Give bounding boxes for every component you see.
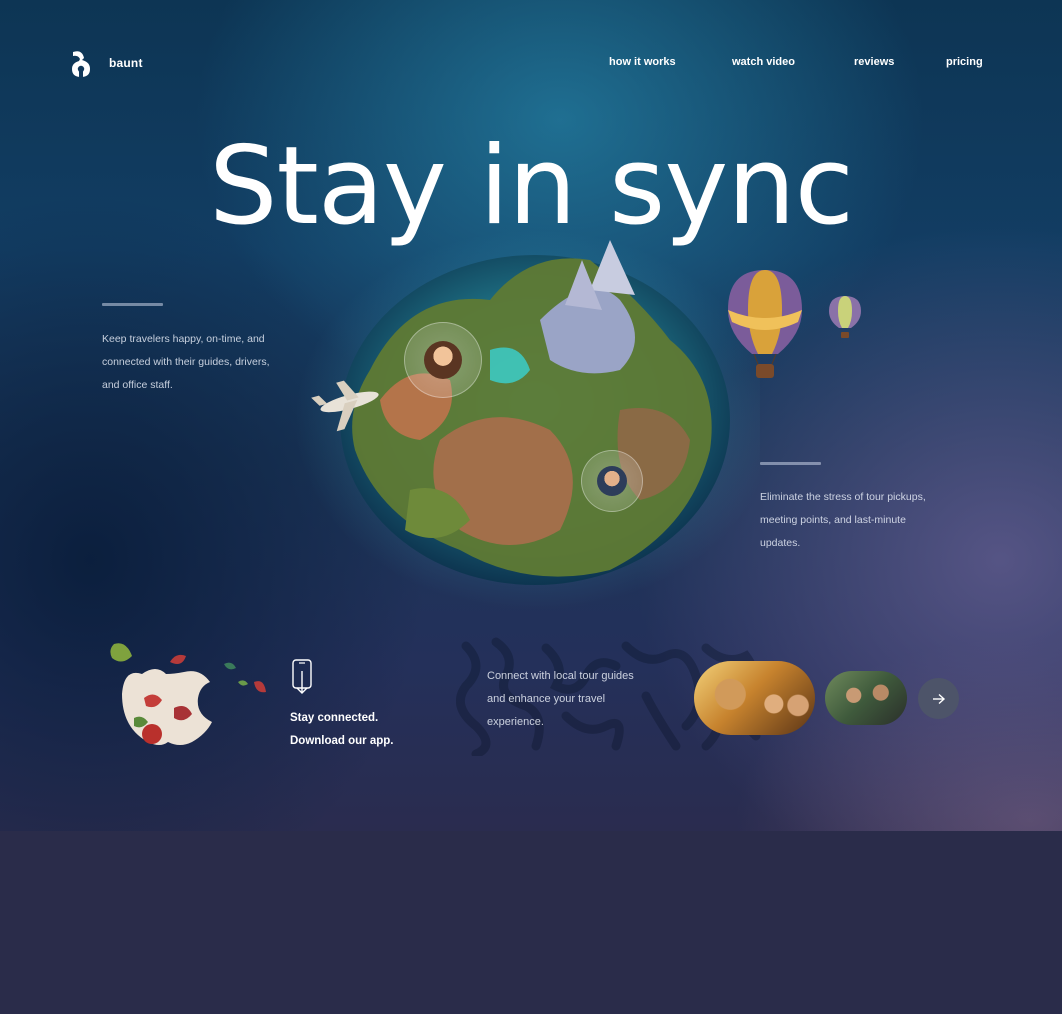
next-arrow-button[interactable]: [918, 678, 959, 719]
app-promo-line-2[interactable]: Download our app.: [290, 735, 394, 747]
hot-air-balloon-large: [728, 270, 802, 378]
guides-blurb-line: and enhance your travel: [487, 693, 606, 705]
hero-headline: Stay in sync: [208, 124, 854, 249]
nav-reviews[interactable]: reviews: [854, 56, 894, 68]
nav-how-it-works[interactable]: how it works: [609, 56, 676, 68]
lower-empty-section: [0, 831, 1062, 1014]
right-divider: [760, 462, 821, 465]
avatar-man: [597, 466, 627, 496]
guides-blurb: Connect with local tour guides and enhan…: [487, 665, 677, 734]
app-promo-line-1: Stay connected.: [290, 712, 379, 724]
planet-illustration: [295, 230, 760, 610]
right-blurb-line: updates.: [760, 537, 801, 549]
travelers-photo[interactable]: [825, 671, 907, 725]
tour-guide-photo[interactable]: [694, 661, 815, 735]
nav-pricing[interactable]: pricing: [946, 56, 983, 68]
app-store-apple-illustration[interactable]: [104, 638, 274, 753]
phone-download-icon[interactable]: [291, 659, 313, 695]
right-blurb-line: Eliminate the stress of tour pickups,: [760, 491, 926, 503]
avatar-woman: [424, 341, 462, 379]
right-blurb: Eliminate the stress of tour pickups, me…: [760, 486, 960, 555]
nav-watch-video[interactable]: watch video: [732, 56, 795, 68]
guides-blurb-line: experience.: [487, 716, 544, 728]
brand-name[interactable]: baunt: [109, 56, 143, 70]
hero-section: baunt how it works watch video reviews p…: [0, 0, 1062, 831]
left-blurb-line: and office staff.: [102, 379, 173, 391]
hot-air-balloon-small: [829, 296, 861, 338]
left-divider: [102, 303, 163, 306]
left-blurb: Keep travelers happy, on-time, and conne…: [102, 328, 302, 397]
left-blurb-line: Keep travelers happy, on-time, and: [102, 333, 265, 345]
right-blurb-line: meeting points, and last-minute: [760, 514, 906, 526]
baunt-logo-icon[interactable]: [70, 50, 92, 78]
guides-blurb-line: Connect with local tour guides: [487, 670, 634, 682]
left-blurb-line: connected with their guides, drivers,: [102, 356, 270, 368]
arrow-right-icon: [932, 693, 945, 704]
